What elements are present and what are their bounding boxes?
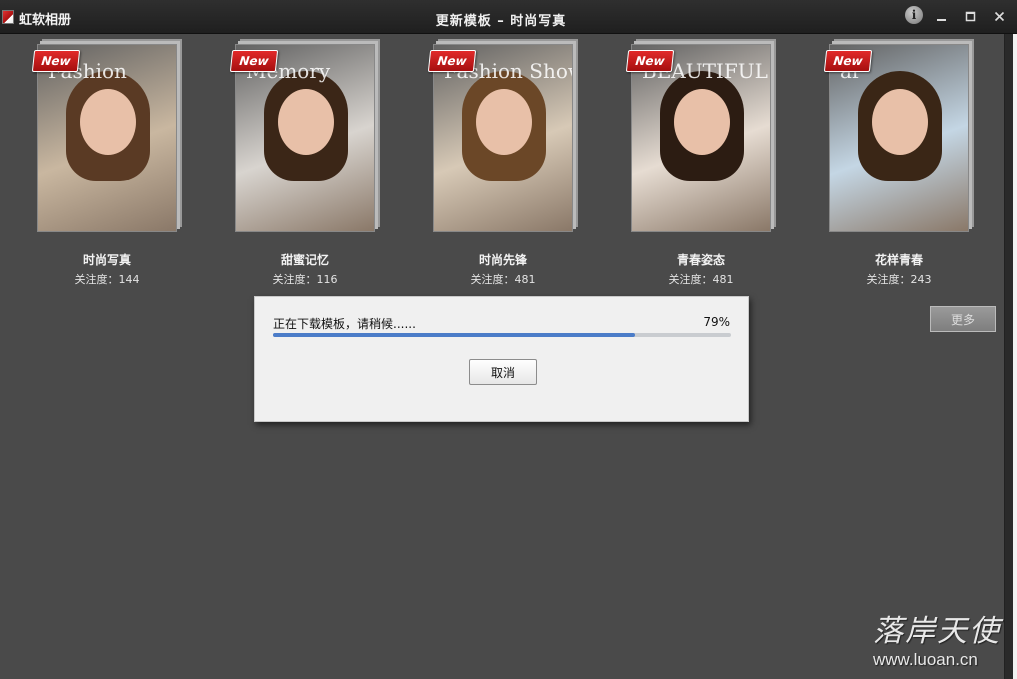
cover-face <box>80 89 136 155</box>
album-count: 关注度：481 <box>668 273 734 286</box>
watermark-url: www.luoan.cn <box>873 650 978 669</box>
progress-bar-fill <box>273 333 635 337</box>
album-count: 关注度：144 <box>74 273 140 286</box>
watermark: 落岸天使 www.luoan.cn <box>873 606 1007 670</box>
download-percent: 79% <box>703 315 730 329</box>
album-name[interactable]: 甜蜜记忆 <box>235 251 375 268</box>
album-name[interactable]: 时尚先锋 <box>433 251 573 268</box>
title-bar[interactable]: 虹软相册 更新模板 – 时尚写真 i <box>0 0 1017 34</box>
download-progress-dialog: 正在下载模板，请稍候...... 79% 取消 <box>254 296 749 422</box>
cancel-button[interactable]: 取消 <box>469 359 537 385</box>
new-badge: New <box>823 50 873 72</box>
cover-face <box>476 89 532 155</box>
maximize-icon[interactable] <box>959 6 981 26</box>
album-name[interactable]: 青春姿态 <box>631 251 771 268</box>
album-count: 关注度：116 <box>272 273 338 286</box>
watermark-brand: 落岸天使 <box>873 614 1001 649</box>
close-icon[interactable] <box>988 6 1010 26</box>
info-icon[interactable]: i <box>905 6 923 24</box>
window-title: 更新模板 – 时尚写真 <box>435 14 567 29</box>
download-message: 正在下载模板，请稍候...... <box>273 317 416 331</box>
album-cover[interactable]: Fashion <box>37 44 177 232</box>
album-cover[interactable]: Memory <box>235 44 375 232</box>
minimize-icon[interactable] <box>930 6 952 26</box>
album-cover[interactable]: ar <box>829 44 969 232</box>
new-badge: New <box>625 50 675 72</box>
album-count: 关注度：481 <box>470 273 536 286</box>
cover-face <box>278 89 334 155</box>
cover-face <box>674 89 730 155</box>
new-badge: New <box>427 50 477 72</box>
new-badge: New <box>229 50 279 72</box>
album-cover[interactable]: BEAUTIFUL <box>631 44 771 232</box>
album-count: 关注度：243 <box>866 273 932 286</box>
window-right-edge <box>1004 34 1017 679</box>
more-button[interactable]: 更多 <box>930 306 996 332</box>
cover-face <box>872 89 928 155</box>
album-name[interactable]: 时尚写真 <box>37 251 177 268</box>
new-badge: New <box>31 50 81 72</box>
album-cover[interactable]: Fashion Show <box>433 44 573 232</box>
album-name[interactable]: 花样青春 <box>829 251 969 268</box>
progress-bar <box>273 333 731 337</box>
